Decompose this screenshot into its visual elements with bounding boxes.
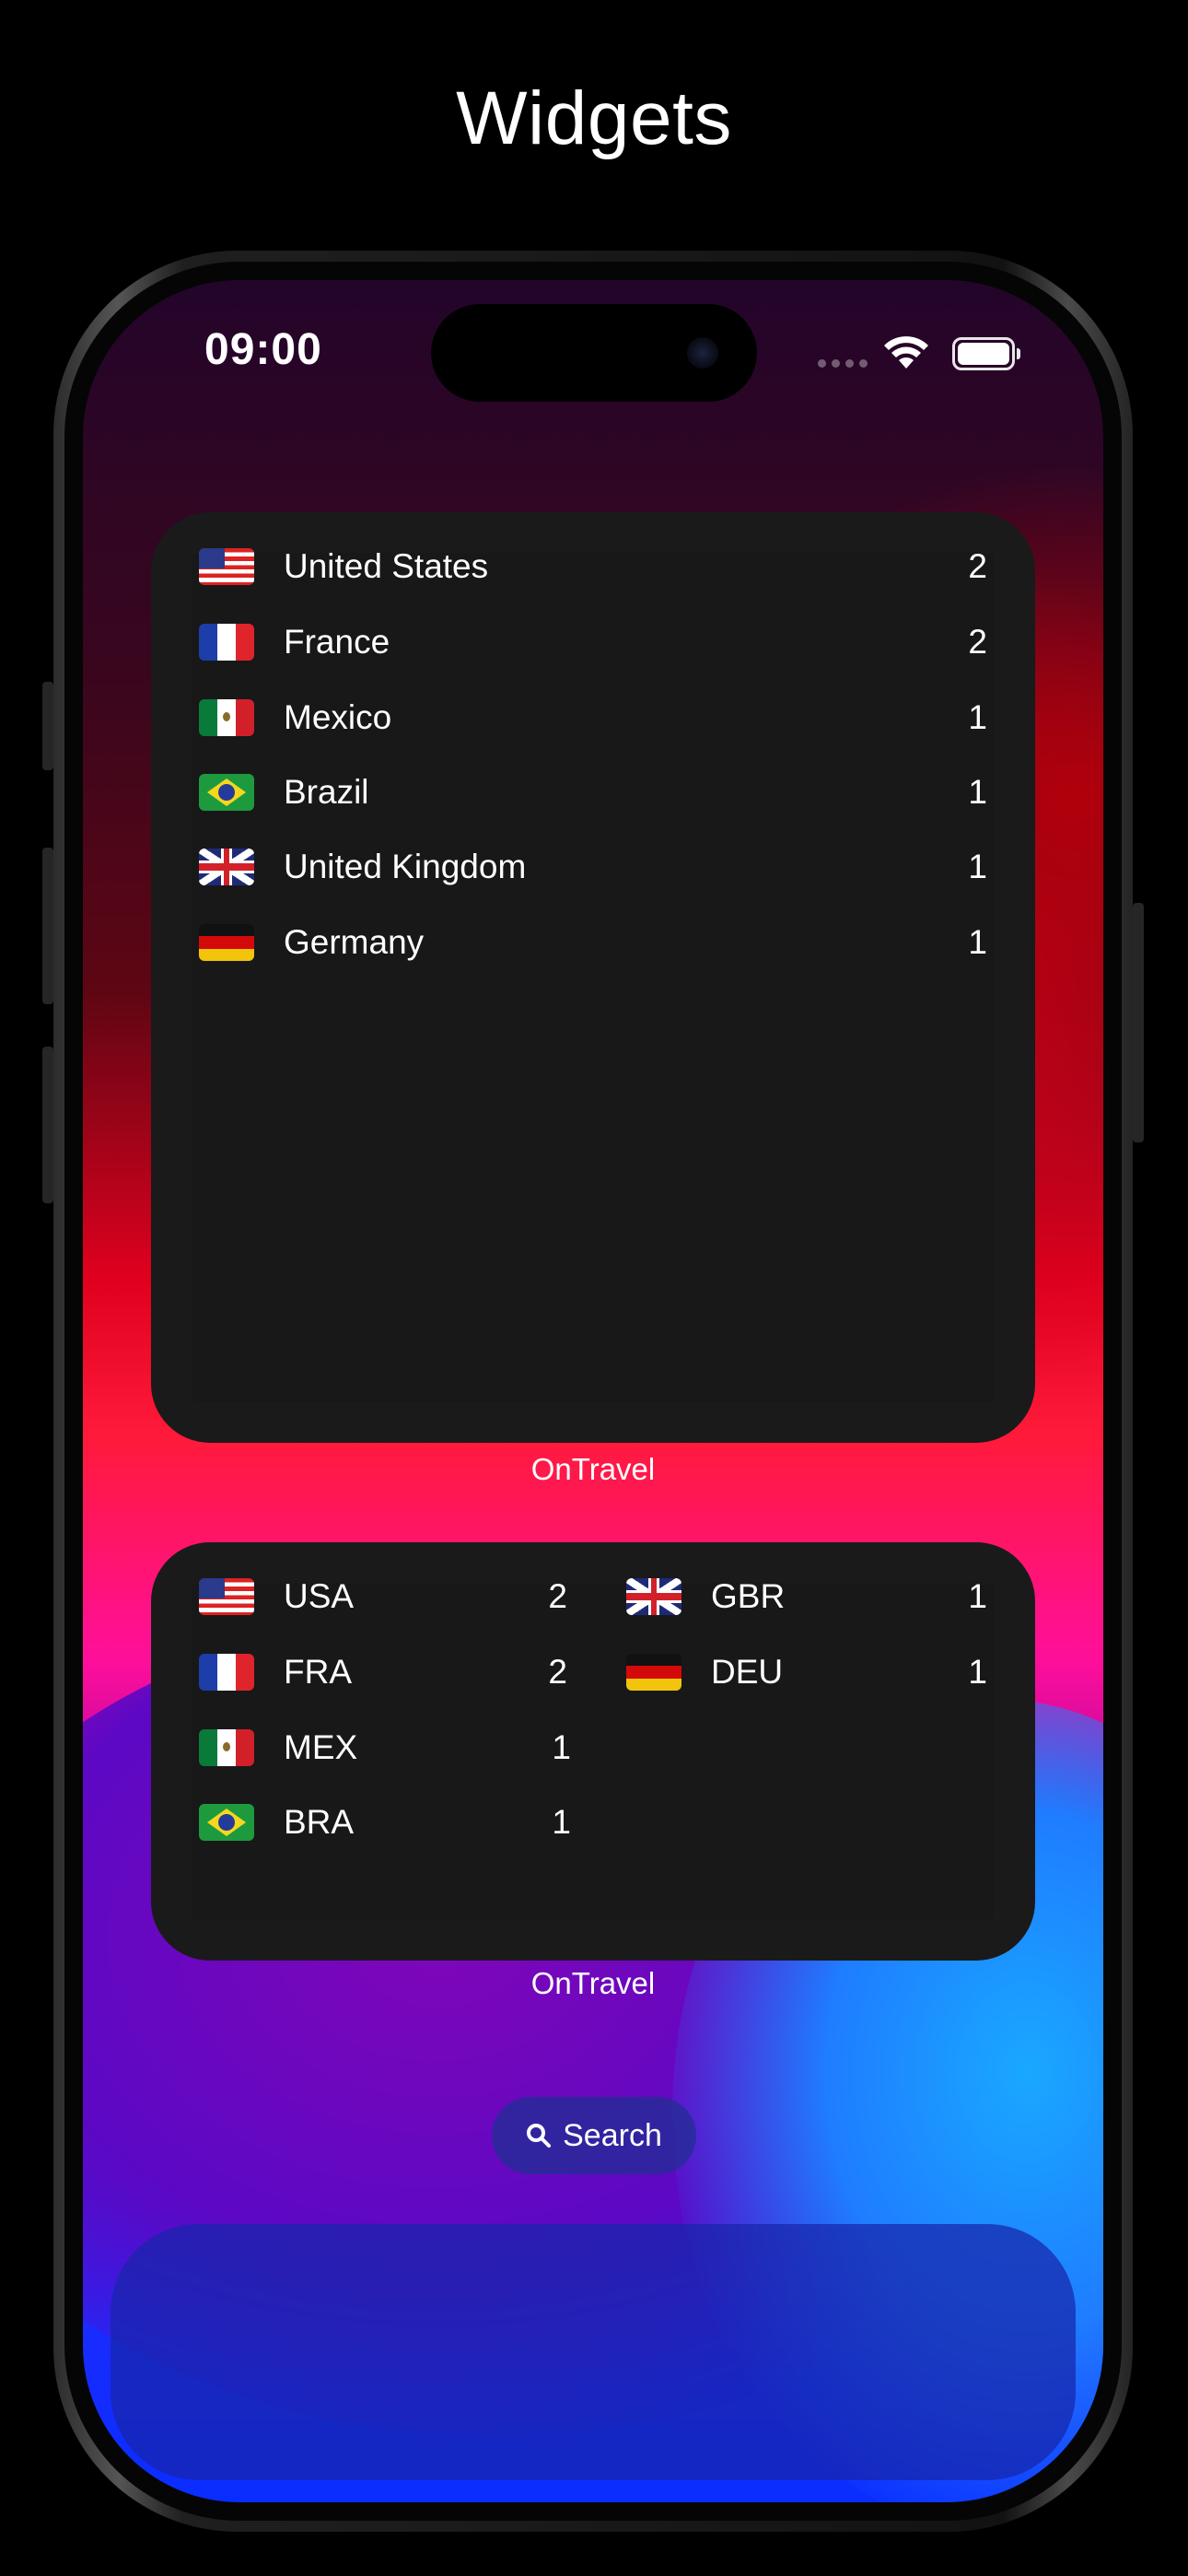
us-flag-icon bbox=[199, 1578, 254, 1615]
country-code: GBR bbox=[711, 1577, 786, 1615]
country-count: 1 bbox=[968, 923, 987, 961]
country-list-widget-medium[interactable]: USA 2 FRA 2 MEX 1 BRA 1 GBR 1 DEU 1 bbox=[151, 1542, 1035, 1961]
list-item: Mexico 1 bbox=[199, 690, 987, 745]
camera-icon bbox=[687, 337, 718, 369]
page-title: Widgets bbox=[456, 76, 732, 160]
country-count: 2 bbox=[548, 1653, 567, 1691]
list-item: France 2 bbox=[199, 615, 987, 670]
country-count: 1 bbox=[968, 773, 987, 811]
gb-flag-icon bbox=[199, 849, 254, 885]
widget-content bbox=[192, 553, 995, 1402]
country-count: 1 bbox=[968, 1653, 987, 1691]
country-code: USA bbox=[284, 1577, 355, 1615]
country-count: 1 bbox=[968, 698, 987, 736]
country-list-widget-large[interactable]: United States 2 France 2 Mexico 1 Brazil… bbox=[151, 512, 1035, 1443]
country-count: 1 bbox=[968, 848, 987, 885]
list-item: Brazil 1 bbox=[199, 765, 987, 820]
search-icon bbox=[527, 2124, 552, 2148]
country-name: Brazil bbox=[284, 773, 369, 811]
country-name: United States bbox=[284, 547, 489, 585]
br-flag-icon bbox=[199, 774, 254, 811]
signal-icon bbox=[818, 359, 868, 368]
country-name: France bbox=[284, 623, 390, 661]
country-code: BRA bbox=[284, 1803, 355, 1841]
widget-caption: OnTravel bbox=[530, 1452, 656, 1486]
country-count: 1 bbox=[968, 1577, 987, 1615]
mx-flag-icon bbox=[199, 699, 254, 736]
country-code: FRA bbox=[284, 1653, 352, 1691]
country-count: 2 bbox=[968, 547, 987, 585]
country-name: Mexico bbox=[284, 698, 392, 736]
battery-icon bbox=[952, 337, 1020, 370]
country-name: Germany bbox=[284, 923, 425, 961]
list-item: USA 2 bbox=[199, 1569, 567, 1624]
mx-flag-icon bbox=[199, 1729, 254, 1766]
fr-flag-icon bbox=[199, 624, 254, 661]
dynamic-island bbox=[431, 304, 757, 402]
gb-flag-icon bbox=[626, 1578, 681, 1615]
list-item: United Kingdom 1 bbox=[199, 839, 987, 895]
wifi-icon bbox=[884, 336, 928, 369]
list-item: BRA 1 bbox=[199, 1795, 571, 1850]
list-item: DEU 1 bbox=[626, 1645, 987, 1700]
action-button[interactable] bbox=[42, 682, 53, 770]
home-screen: 09:00 United States 2 France 2 Mexico 1 … bbox=[83, 280, 1103, 2502]
de-flag-icon bbox=[199, 924, 254, 961]
status-time: 09:00 bbox=[204, 325, 322, 374]
list-item: MEX 1 bbox=[199, 1720, 571, 1775]
list-item: United States 2 bbox=[199, 539, 987, 594]
country-count: 2 bbox=[968, 623, 987, 661]
fr-flag-icon bbox=[199, 1654, 254, 1691]
list-item: Germany 1 bbox=[199, 915, 987, 970]
country-count: 2 bbox=[548, 1577, 567, 1615]
country-count: 1 bbox=[552, 1728, 571, 1766]
dock bbox=[111, 2224, 1076, 2480]
volume-down-button[interactable] bbox=[42, 1047, 53, 1203]
de-flag-icon bbox=[626, 1654, 681, 1691]
country-code: DEU bbox=[711, 1653, 784, 1691]
power-button[interactable] bbox=[1133, 903, 1144, 1142]
country-code: MEX bbox=[284, 1728, 358, 1766]
search-label: Search bbox=[563, 2117, 662, 2153]
volume-up-button[interactable] bbox=[42, 848, 53, 1004]
br-flag-icon bbox=[199, 1804, 254, 1841]
country-name: United Kingdom bbox=[284, 848, 527, 885]
list-item: GBR 1 bbox=[626, 1569, 987, 1624]
search-button[interactable]: Search bbox=[492, 2097, 696, 2174]
us-flag-icon bbox=[199, 548, 254, 585]
country-count: 1 bbox=[552, 1803, 571, 1841]
widget-caption: OnTravel bbox=[530, 1966, 656, 2000]
list-item: FRA 2 bbox=[199, 1645, 567, 1700]
